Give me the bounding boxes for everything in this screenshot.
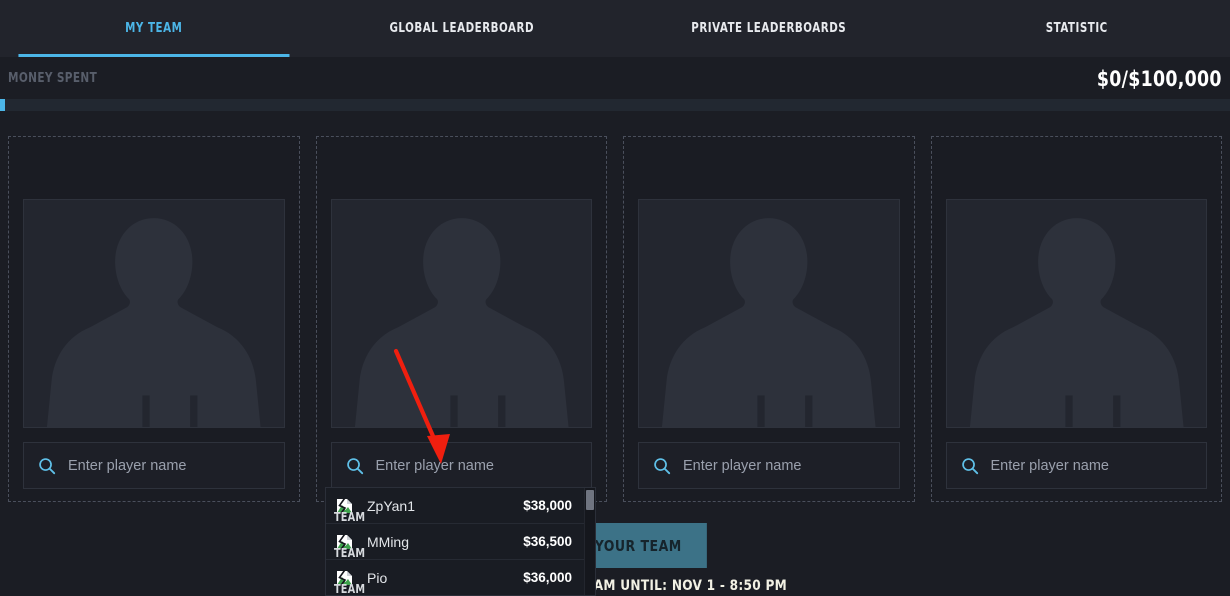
player-search-input-3[interactable] bbox=[683, 457, 885, 474]
tab-private-leaderboards-label: PRIVATE LEADERBOARDS bbox=[691, 21, 847, 36]
player-name-1: ZpYan1 bbox=[367, 497, 415, 514]
list-item[interactable]: TEAM MMing $36,500 bbox=[326, 524, 584, 560]
player-thumb-3 bbox=[336, 569, 353, 586]
player-name-2: MMing bbox=[367, 533, 410, 550]
player-slot-2-frame[interactable] bbox=[315, 136, 607, 502]
budget-progress-fill bbox=[0, 99, 5, 111]
dropdown-scrollbar-thumb[interactable] bbox=[586, 490, 594, 510]
broken-image-icon bbox=[337, 497, 352, 514]
search-icon bbox=[654, 457, 671, 474]
player-search-input-2[interactable] bbox=[375, 457, 577, 474]
broken-image-icon bbox=[337, 569, 352, 586]
player-slot-4-frame[interactable] bbox=[930, 136, 1222, 502]
player-silhouette-icon bbox=[661, 218, 876, 428]
player-suggestion-list: TEAM ZpYan1 $38,000 TEAM MMing $36,500 T… bbox=[326, 488, 584, 595]
player-slot-3-avatar bbox=[638, 199, 900, 429]
player-search-wrap-1[interactable] bbox=[23, 442, 285, 489]
player-suggestion-dropdown: TEAM ZpYan1 $38,000 TEAM MMing $36,500 T… bbox=[325, 487, 596, 596]
player-silhouette-icon bbox=[354, 218, 569, 428]
player-slot-3 bbox=[615, 128, 923, 512]
search-icon bbox=[346, 457, 363, 474]
fantasy-team-builder-page: MY TEAM GLOBAL LEADERBOARD PRIVATE LEADE… bbox=[0, 0, 1230, 596]
player-slot-4-avatar bbox=[945, 199, 1207, 429]
list-item[interactable]: TEAM Pio $36,000 bbox=[326, 560, 584, 595]
tab-statistic-label: STATISTIC bbox=[1045, 21, 1108, 36]
player-slot-2 bbox=[308, 128, 616, 512]
player-slot-1 bbox=[0, 128, 308, 512]
player-slot-grid bbox=[0, 128, 1230, 512]
player-slot-2-avatar bbox=[330, 199, 592, 429]
tab-statistic[interactable]: STATISTIC bbox=[941, 0, 1212, 57]
tab-global-leaderboard[interactable]: GLOBAL LEADERBOARD bbox=[326, 0, 597, 57]
player-name-3: Pio bbox=[367, 569, 388, 586]
list-item[interactable]: TEAM ZpYan1 $38,000 bbox=[326, 488, 584, 524]
player-silhouette-icon bbox=[46, 218, 261, 428]
budget-progress-track bbox=[0, 99, 1230, 111]
player-price-2: $36,500 bbox=[523, 534, 572, 549]
player-silhouette-icon bbox=[969, 218, 1184, 428]
player-slot-1-frame[interactable] bbox=[8, 136, 300, 502]
player-search-input-1[interactable] bbox=[68, 457, 270, 474]
player-thumb-2 bbox=[336, 533, 353, 550]
player-slot-4 bbox=[923, 128, 1230, 512]
player-search-wrap-2[interactable] bbox=[330, 442, 592, 489]
player-search-wrap-4[interactable] bbox=[945, 442, 1207, 489]
main-tab-bar: MY TEAM GLOBAL LEADERBOARD PRIVATE LEADE… bbox=[0, 0, 1230, 57]
player-price-3: $36,000 bbox=[523, 570, 572, 585]
player-price-1: $38,000 bbox=[523, 498, 572, 513]
tab-private-leaderboards[interactable]: PRIVATE LEADERBOARDS bbox=[633, 0, 904, 57]
broken-image-icon bbox=[337, 533, 352, 550]
player-search-wrap-3[interactable] bbox=[638, 442, 900, 489]
player-slot-3-frame[interactable] bbox=[623, 136, 915, 502]
money-spent-label: MONEY SPENT bbox=[8, 71, 98, 86]
dropdown-scrollbar[interactable] bbox=[584, 488, 595, 595]
money-spent-value: $0/$100,000 bbox=[1097, 66, 1222, 91]
tab-my-team-label: MY TEAM bbox=[125, 21, 183, 36]
tab-my-team[interactable]: MY TEAM bbox=[18, 0, 289, 57]
tab-global-leaderboard-label: GLOBAL LEADERBOARD bbox=[388, 21, 534, 36]
player-thumb-1 bbox=[336, 497, 353, 514]
player-slot-1-avatar bbox=[23, 199, 285, 429]
search-icon bbox=[39, 457, 56, 474]
search-icon bbox=[961, 457, 978, 474]
player-search-input-4[interactable] bbox=[990, 457, 1192, 474]
